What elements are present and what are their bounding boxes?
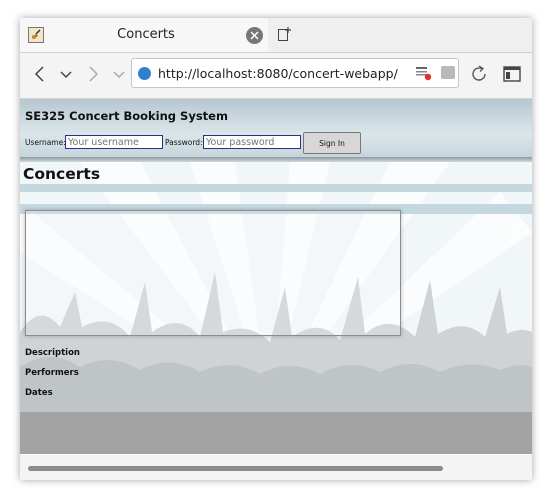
forward-history-chevron-icon[interactable] — [108, 63, 130, 85]
decorative-band-top — [20, 184, 532, 192]
reload-icon[interactable] — [468, 63, 490, 85]
concert-list-box[interactable] — [25, 210, 401, 336]
site-footer — [20, 412, 532, 454]
tab-concerts[interactable]: Concerts — [20, 18, 268, 52]
sidebar-panel-icon[interactable] — [501, 63, 523, 85]
performers-label: Performers — [25, 368, 79, 378]
site-header: SE325 Concert Booking System Username: P… — [20, 99, 532, 157]
back-history-chevron-icon[interactable] — [55, 63, 77, 85]
site-title: SE325 Concert Booking System — [25, 109, 228, 123]
globe-icon — [138, 67, 151, 80]
password-label: Password: — [165, 138, 203, 147]
tab-bar: Concerts — [20, 18, 532, 53]
browser-window: Concerts http://localhost:8080/concert-w… — [20, 18, 532, 480]
forward-icon[interactable] — [82, 63, 104, 85]
username-label: Username: — [25, 138, 66, 147]
description-label: Description — [25, 348, 80, 358]
concerts-heading: Concerts — [23, 165, 101, 183]
sign-in-button[interactable]: Sign In — [303, 132, 361, 154]
reader-mode-icon[interactable] — [415, 65, 432, 81]
dates-label: Dates — [25, 388, 53, 398]
scrollbar-thumb[interactable] — [28, 466, 443, 471]
new-tab-icon[interactable] — [277, 26, 293, 42]
web-page: SE325 Concert Booking System Username: P… — [20, 99, 532, 454]
back-icon[interactable] — [29, 63, 51, 85]
navigation-toolbar: http://localhost:8080/concert-webapp/ — [20, 53, 532, 99]
horizontal-scrollbar[interactable] — [20, 455, 532, 480]
tab-title: Concerts — [117, 27, 175, 42]
folder-icon[interactable] — [441, 66, 455, 79]
url-bar[interactable]: http://localhost:8080/concert-webapp/ — [131, 58, 459, 88]
concerts-section: Concerts Description Performers Dates — [20, 162, 532, 412]
url-text[interactable]: http://localhost:8080/concert-webapp/ — [158, 66, 398, 81]
close-tab-icon[interactable] — [246, 27, 263, 44]
username-input[interactable] — [65, 135, 163, 149]
password-input[interactable] — [203, 135, 301, 149]
